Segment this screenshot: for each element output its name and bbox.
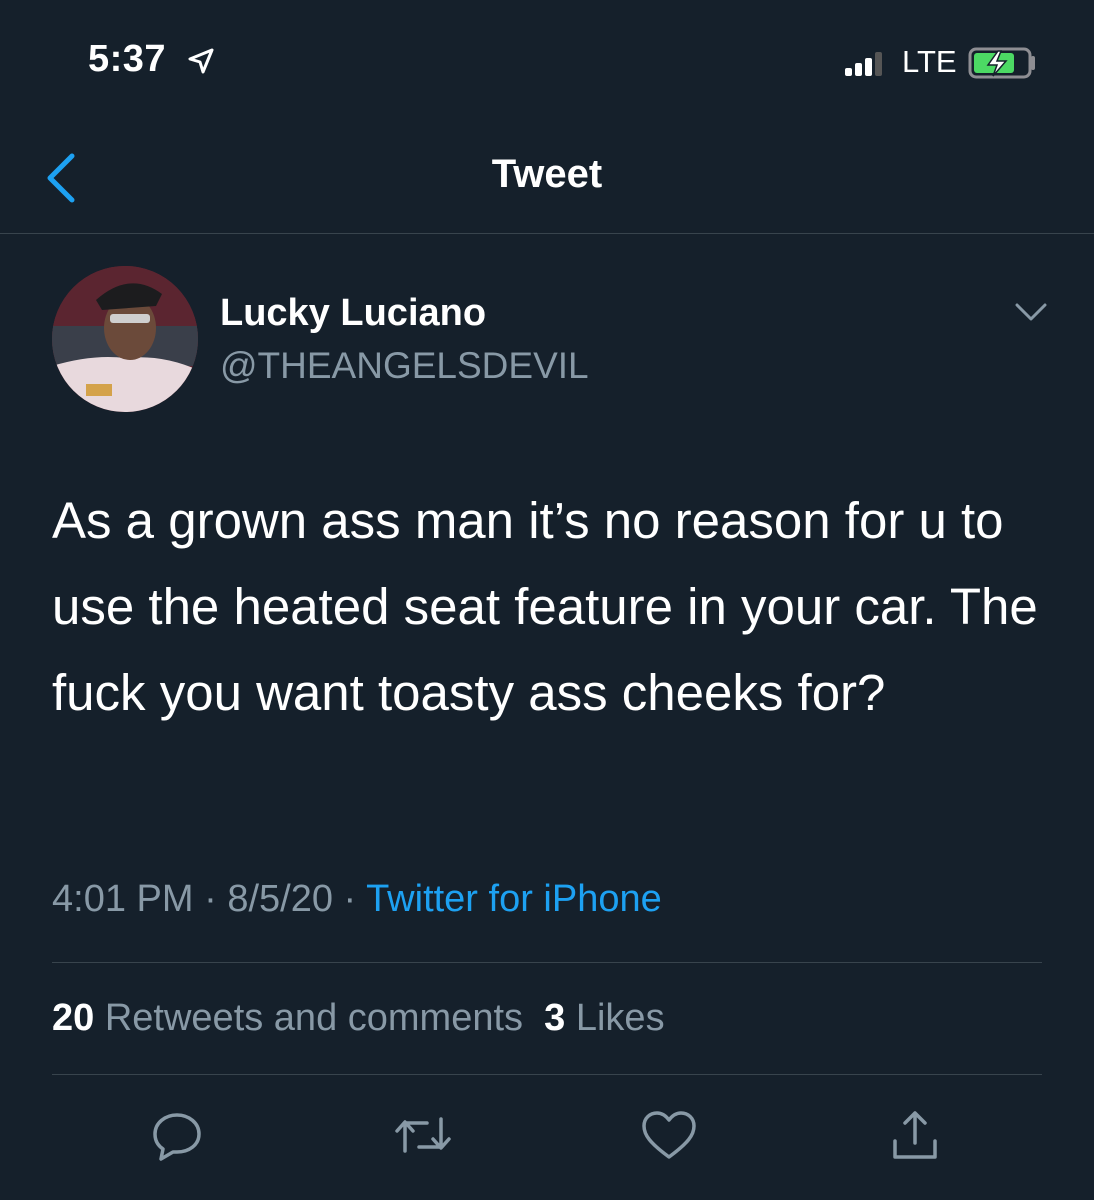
share-button[interactable]: [880, 1100, 950, 1170]
meta-separator: ·: [343, 878, 357, 920]
reply-button[interactable]: [142, 1100, 212, 1170]
network-type: LTE: [902, 44, 957, 79]
action-bar: [0, 1100, 1094, 1170]
like-button[interactable]: [634, 1100, 704, 1170]
avatar[interactable]: [52, 266, 198, 412]
divider: [52, 1074, 1042, 1075]
tweet-meta: 4:01 PM · 8/5/20 · Twitter for iPhone: [52, 878, 662, 921]
likes-stat[interactable]: 3 Likes: [544, 997, 664, 1039]
retweets-count: 20: [52, 997, 95, 1039]
location-arrow-icon: [188, 48, 214, 74]
tweet-stats: 20 Retweets and comments 3 Likes: [52, 997, 665, 1040]
tweet-time: 4:01 PM: [52, 878, 194, 920]
page-title: Tweet: [491, 152, 603, 196]
like-icon: [642, 1111, 696, 1159]
tweet-source-link[interactable]: Twitter for iPhone: [366, 878, 662, 920]
battery-charging-icon: [968, 47, 1035, 79]
meta-separator: ·: [204, 878, 217, 920]
status-time: 5:37: [88, 38, 167, 80]
share-icon: [893, 1111, 937, 1159]
status-bar: 5:37 LTE: [0, 0, 1094, 120]
reply-icon: [153, 1113, 201, 1161]
tweet-text: As a grown ass man it’s no reason for u …: [52, 492, 1038, 721]
display-name[interactable]: Lucky Luciano: [220, 292, 486, 335]
retweets-stat[interactable]: 20 Retweets and comments: [52, 997, 523, 1039]
likes-count: 3: [544, 997, 566, 1039]
tweet-date: 8/5/20: [227, 878, 333, 920]
retweet-button[interactable]: [388, 1100, 458, 1170]
signal-icon: [845, 52, 885, 76]
likes-label: Likes: [575, 997, 665, 1039]
divider: [52, 962, 1042, 963]
retweets-label: Retweets and comments: [104, 997, 524, 1039]
user-handle[interactable]: @THEANGELSDEVIL: [220, 345, 589, 387]
navigation-bar: Tweet: [0, 120, 1094, 234]
chevron-down-icon[interactable]: [1014, 300, 1048, 324]
retweet-icon: [395, 1117, 451, 1153]
